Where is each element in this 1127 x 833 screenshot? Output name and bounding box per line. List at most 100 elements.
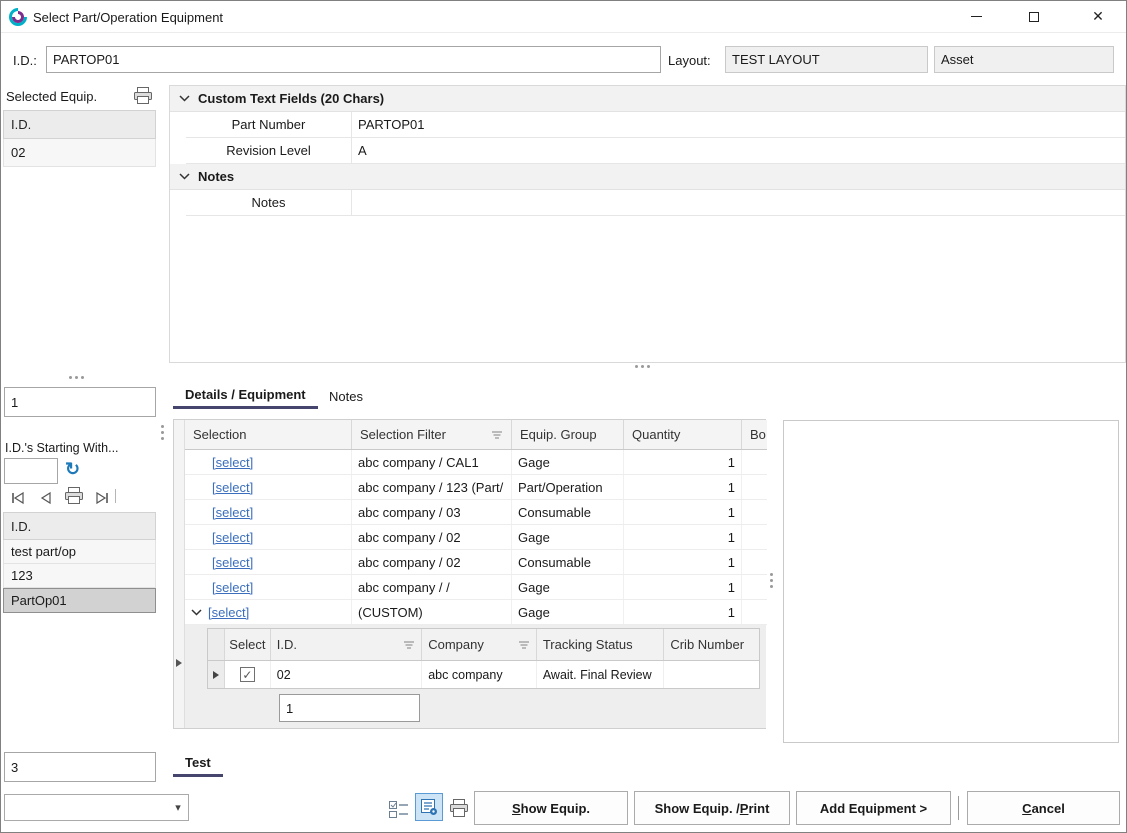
select-link[interactable]: [select] (212, 455, 253, 470)
select-link[interactable]: [select] (212, 530, 253, 545)
minimize-button[interactable] (953, 1, 999, 32)
id-label: I.D.: (13, 53, 37, 68)
select-link[interactable]: [select] (212, 480, 253, 495)
edit-form-icon[interactable] (415, 793, 443, 821)
grid-splitter-grip[interactable] (770, 573, 773, 588)
detail-qty-input[interactable] (279, 694, 420, 722)
id-input[interactable] (46, 46, 661, 73)
notes-section-header[interactable]: Notes (170, 164, 1125, 190)
field-value[interactable] (352, 190, 1125, 215)
multi-select-icon[interactable] (387, 797, 411, 821)
column-header-selection-filter[interactable]: Selection Filter (352, 420, 512, 449)
last-record-icon[interactable] (89, 488, 115, 508)
tab-label: Notes (329, 389, 363, 404)
filter-icon[interactable] (491, 430, 503, 440)
starting-with-input[interactable] (4, 458, 58, 484)
tab-label: Details / Equipment (185, 387, 306, 402)
crib-cell (664, 661, 759, 688)
tab-details-equipment[interactable]: Details / Equipment (173, 383, 318, 409)
close-icon: ✕ (1092, 8, 1104, 25)
id-list-item-selected[interactable]: PartOp01 (3, 588, 156, 613)
selected-equip-grid-header: I.D. (3, 110, 156, 139)
sidebar-splitter-grip[interactable] (161, 425, 164, 440)
qty-cell: 1 (624, 525, 742, 549)
column-header-select[interactable]: Select (225, 629, 271, 660)
nav-divider (115, 489, 116, 503)
column-header-selection[interactable]: Selection (185, 420, 352, 449)
group-cell: Part/Operation (512, 475, 624, 499)
print-list-icon[interactable] (61, 486, 87, 506)
bottom-combobox[interactable]: ▾ (4, 794, 189, 821)
status-cell: Await. Final Review (537, 661, 665, 688)
maximize-button[interactable] (1011, 1, 1057, 32)
equipment-row[interactable]: [select] abc company / 03 Consumable 1 (185, 500, 767, 525)
group-cell: Gage (512, 575, 624, 599)
custom-fields-section-header[interactable]: Custom Text Fields (20 Chars) (170, 86, 1125, 112)
qty-cell: 1 (624, 575, 742, 599)
group-cell: Consumable (512, 500, 624, 524)
equipment-row[interactable]: [select] abc company / / Gage 1 (185, 575, 767, 600)
collapse-chevron-icon (179, 173, 190, 180)
detail-zone: Select I.D. Company (185, 625, 766, 728)
print-selected-icon[interactable] (133, 87, 153, 105)
equipment-row-expanded[interactable]: [select] (CUSTOM) Gage 1 (185, 600, 767, 625)
current-row-indicator-icon (213, 671, 219, 679)
previous-record-icon[interactable] (33, 488, 59, 508)
starting-with-label: I.D.'s Starting With... (5, 441, 119, 455)
print-icon[interactable] (447, 797, 471, 819)
record-count-top[interactable] (4, 387, 156, 417)
detail-row[interactable]: ✓ 02 abc company Await. Final Review (208, 661, 759, 688)
field-row[interactable]: Part Number PARTOP01 (186, 112, 1125, 138)
sort-icon[interactable] (403, 640, 415, 650)
select-link[interactable]: [select] (212, 505, 253, 520)
column-header-company[interactable]: Company (422, 629, 537, 660)
equipment-rows: [select] abc company / CAL1 Gage 1 [sele… (185, 450, 767, 625)
asset-input[interactable] (934, 46, 1114, 73)
qty-cell: 1 (624, 600, 742, 624)
refresh-icon[interactable]: ↻ (65, 459, 80, 480)
expand-chevron-icon[interactable] (191, 609, 202, 616)
preview-panel (783, 420, 1119, 743)
current-row-indicator-icon (176, 659, 182, 667)
filter-cell: abc company / 02 (352, 525, 512, 549)
panel-splitter-grip[interactable] (635, 365, 650, 368)
column-header-tracking-status[interactable]: Tracking Status (537, 629, 665, 660)
id-list-item[interactable]: 123 (3, 564, 156, 588)
column-header-bo[interactable]: Bo (742, 420, 767, 449)
notes-row[interactable]: Notes (186, 190, 1125, 216)
layout-input[interactable] (725, 46, 928, 73)
field-value[interactable]: PARTOP01 (352, 112, 1125, 137)
first-record-icon[interactable] (5, 488, 31, 508)
add-equipment-button[interactable]: Add Equipment > (796, 791, 951, 825)
equipment-row[interactable]: [select] abc company / 02 Gage 1 (185, 525, 767, 550)
horizontal-grip[interactable] (69, 376, 84, 379)
filter-cell: (CUSTOM) (352, 600, 512, 624)
equipment-row[interactable]: [select] abc company / 02 Consumable 1 (185, 550, 767, 575)
show-equip-button[interactable]: Show Equip. (474, 791, 628, 825)
select-link[interactable]: [select] (212, 580, 253, 595)
column-header-quantity[interactable]: Quantity (624, 420, 742, 449)
selected-equip-row[interactable]: 02 (3, 139, 156, 167)
qty-cell: 1 (624, 500, 742, 524)
tab-notes[interactable]: Notes (317, 383, 375, 409)
id-list-item[interactable]: test part/op (3, 540, 156, 564)
select-checkbox[interactable]: ✓ (240, 667, 255, 682)
sort-icon[interactable] (518, 640, 530, 650)
cancel-button[interactable]: Cancel (967, 791, 1120, 825)
column-header-id[interactable]: I.D. (271, 629, 422, 660)
field-row[interactable]: Revision Level A (186, 138, 1125, 164)
tab-test[interactable]: Test (173, 751, 223, 777)
select-link[interactable]: [select] (208, 605, 249, 620)
equipment-row[interactable]: [select] abc company / 123 (Part/ Part/O… (185, 475, 767, 500)
section-title: Notes (198, 169, 234, 184)
column-header-equip-group[interactable]: Equip. Group (512, 420, 624, 449)
title-bar: Select Part/Operation Equipment ✕ (1, 1, 1126, 33)
column-header-crib-number[interactable]: Crib Number (664, 629, 759, 660)
show-equip-print-button[interactable]: Show Equip. / Print (634, 791, 790, 825)
equipment-row[interactable]: [select] abc company / CAL1 Gage 1 (185, 450, 767, 475)
select-link[interactable]: [select] (212, 555, 253, 570)
field-value[interactable]: A (352, 138, 1125, 163)
record-count-bottom[interactable] (4, 752, 156, 782)
equipment-grid: Selection Selection Filter Equip. Group … (173, 419, 766, 729)
close-button[interactable]: ✕ (1075, 1, 1121, 32)
